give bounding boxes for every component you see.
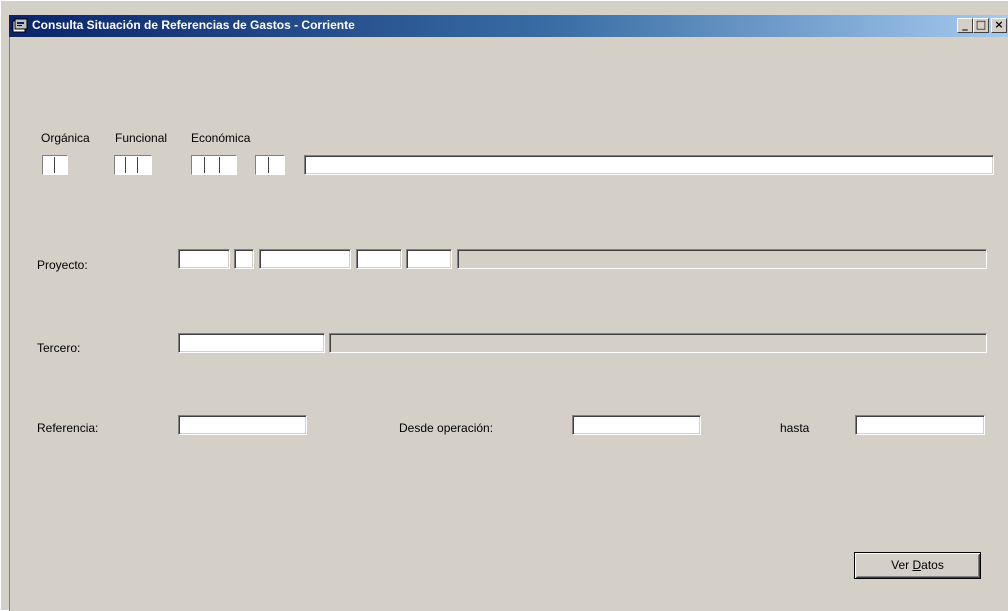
label-economica: Económica [191, 131, 251, 145]
label-hasta: hasta [780, 421, 810, 435]
ver-datos-label-suffix: atos [921, 558, 944, 572]
referencia-field[interactable] [178, 415, 307, 435]
hasta-field[interactable] [855, 415, 985, 435]
form-panel: Orgánica Funcional Económica Proyecto: T… [9, 37, 1008, 611]
label-proyecto: Proyecto: [37, 258, 88, 272]
app-icon [12, 18, 28, 33]
tercero-codigo-field[interactable] [178, 333, 325, 353]
economica-input[interactable] [191, 155, 237, 175]
close-icon: × [994, 18, 1004, 31]
proyecto-field-1[interactable] [178, 249, 230, 269]
app-window: Consulta Situación de Referencias de Gas… [0, 0, 1008, 611]
label-organica: Orgánica [41, 131, 90, 145]
label-desde-operacion: Desde operación: [399, 421, 494, 435]
label-tercero: Tercero: [37, 341, 81, 355]
minimize-button[interactable]: _ [957, 18, 973, 33]
proyecto-field-4[interactable] [356, 249, 402, 269]
label-funcional: Funcional [115, 131, 168, 145]
proyecto-field-3[interactable] [259, 249, 351, 269]
economica-subconcepto-input[interactable] [255, 155, 285, 175]
ver-datos-label-mnemonic: D [912, 558, 922, 572]
desde-operacion-field[interactable] [572, 415, 701, 435]
proyecto-descripcion-field [457, 249, 987, 269]
close-button[interactable]: × [991, 18, 1007, 33]
funcional-input[interactable] [114, 155, 152, 175]
organica-input[interactable] [42, 155, 68, 175]
proyecto-field-2[interactable] [234, 249, 254, 269]
ver-datos-label: Ver Datos [891, 553, 944, 577]
maximize-button[interactable]: □ [973, 18, 989, 33]
aplicacion-descripcion-field[interactable] [304, 155, 994, 175]
title-bar[interactable]: Consulta Situación de Referencias de Gas… [9, 15, 1008, 37]
maximize-icon: □ [975, 18, 987, 31]
ver-datos-button[interactable]: Ver Datos [854, 552, 981, 579]
ver-datos-label-prefix: Ver [891, 558, 913, 572]
proyecto-field-5[interactable] [406, 249, 452, 269]
label-referencia: Referencia: [37, 421, 99, 435]
window-title: Consulta Situación de Referencias de Gas… [32, 18, 355, 32]
minimize-icon: _ [962, 18, 968, 31]
tercero-nombre-field [329, 333, 987, 353]
